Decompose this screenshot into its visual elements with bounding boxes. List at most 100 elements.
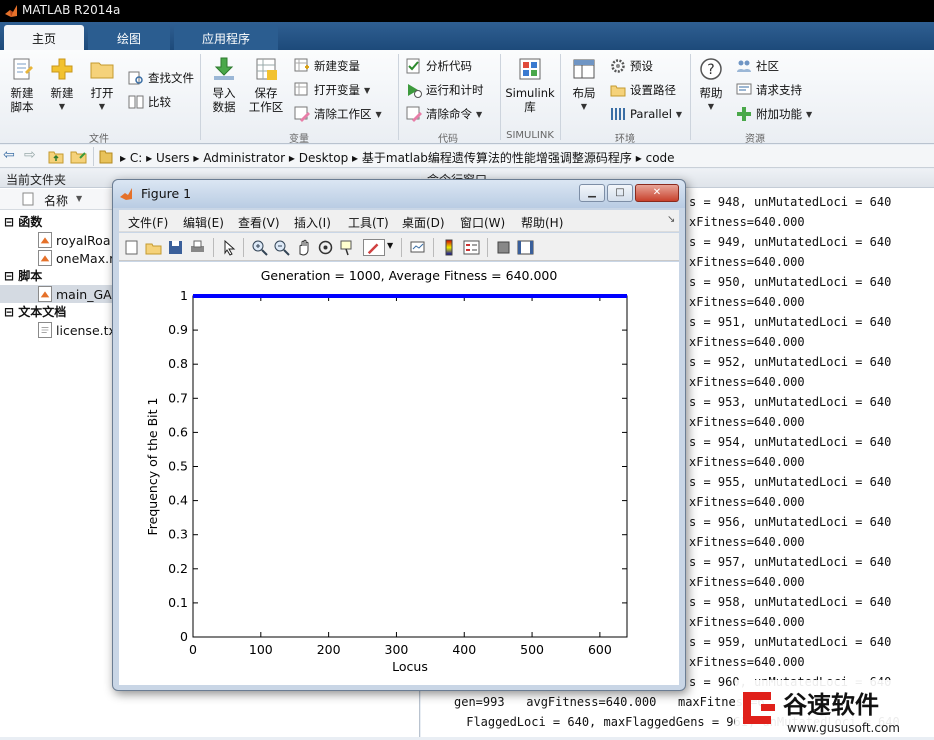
- toolbar-divider: [433, 238, 434, 257]
- parallel-button[interactable]: Parallel ▼: [610, 104, 682, 124]
- breadcrumb-item[interactable]: C:: [130, 151, 142, 165]
- brush-icon[interactable]: [363, 239, 385, 256]
- pan-icon[interactable]: [295, 239, 312, 256]
- figure-window[interactable]: Figure 1 ▁ □ ✕ 文件(F) 编辑(E) 查看(V) 插入(I) 工…: [112, 179, 686, 691]
- list-item[interactable]: oneMax.r: [38, 249, 114, 267]
- import-data-button[interactable]: 导入 数据: [206, 56, 242, 114]
- breadcrumb-item[interactable]: code: [646, 151, 675, 165]
- legend-icon[interactable]: [463, 239, 480, 256]
- dock-arrow-icon[interactable]: ↘: [667, 214, 675, 225]
- layout-label: 布局: [572, 86, 596, 100]
- y-tick-label: 0.2: [168, 561, 188, 576]
- clear-workspace-button[interactable]: 清除工作区 ▼: [294, 104, 382, 124]
- forward-arrow-icon[interactable]: ⇨: [24, 147, 36, 163]
- maximize-button[interactable]: □: [607, 184, 633, 202]
- link-icon[interactable]: [409, 239, 426, 256]
- breadcrumb-item[interactable]: Users: [156, 151, 190, 165]
- menu-desktop[interactable]: 桌面(D): [402, 214, 445, 231]
- chevron-down-icon: ▼: [580, 102, 588, 111]
- chart[interactable]: Generation = 1000, Average Fitness = 640…: [119, 262, 679, 685]
- divider: [93, 147, 94, 166]
- run-and-time-icon: [408, 84, 422, 98]
- menu-help[interactable]: 帮助(H): [521, 214, 563, 231]
- compare-button[interactable]: 比较: [128, 92, 171, 112]
- browse-folder-icon[interactable]: [70, 149, 88, 164]
- variable-group-label: 变量: [289, 134, 309, 145]
- chevron-down-icon: ▼: [806, 109, 813, 119]
- new-figure-icon[interactable]: [123, 239, 140, 256]
- colorbar-icon[interactable]: [441, 239, 458, 256]
- collapse-icon[interactable]: ⊟: [4, 215, 14, 229]
- save-workspace-button[interactable]: 保存 工作区: [246, 56, 286, 114]
- sort-down-icon[interactable]: ▼: [76, 194, 82, 203]
- chevron-down-icon[interactable]: ▼: [387, 241, 393, 250]
- add-ons-button[interactable]: 附加功能 ▼: [736, 104, 812, 124]
- menu-insert[interactable]: 插入(I): [294, 214, 331, 231]
- simulink-library-button[interactable]: Simulink 库: [504, 56, 556, 114]
- menu-edit[interactable]: 编辑(E): [183, 214, 224, 231]
- open-variable-button[interactable]: 打开变量 ▼: [294, 80, 370, 100]
- svg-text:?: ?: [707, 62, 714, 78]
- list-item[interactable]: license.txt: [38, 321, 121, 339]
- rotate-icon[interactable]: [317, 239, 334, 256]
- menu-tools[interactable]: 工具(T): [348, 214, 389, 231]
- data-cursor-icon[interactable]: [339, 239, 356, 256]
- list-item[interactable]: royalRoa: [38, 231, 110, 249]
- breadcrumb-item[interactable]: Desktop: [299, 151, 349, 165]
- back-arrow-icon[interactable]: ⇦: [3, 147, 15, 163]
- y-tick-label: 0: [180, 629, 188, 644]
- file-name: oneMax.r: [56, 250, 115, 266]
- preferences-button[interactable]: 预设: [610, 56, 653, 76]
- zoom-in-icon[interactable]: [251, 239, 268, 256]
- open-button[interactable]: 打开 ▼: [84, 56, 120, 114]
- pointer-icon[interactable]: [221, 239, 238, 256]
- minimize-button[interactable]: ▁: [579, 184, 605, 202]
- close-button[interactable]: ✕: [635, 184, 679, 202]
- request-support-button[interactable]: 请求支持: [736, 80, 802, 100]
- y-tick-label: 0.9: [168, 322, 188, 337]
- open-file-icon[interactable]: [145, 239, 162, 256]
- y-axis-label: Frequency of the Bit 1: [145, 398, 160, 536]
- new-script-button[interactable]: 新建 脚本: [4, 56, 40, 114]
- breadcrumb-item[interactable]: 基于matlab编程遗传算法的性能增强调整源码程序: [362, 151, 632, 165]
- menu-file[interactable]: 文件(F): [128, 214, 168, 231]
- zoom-out-icon[interactable]: [273, 239, 290, 256]
- tab-plots[interactable]: 绘图: [88, 25, 170, 50]
- show-plot-tools-icon[interactable]: [517, 239, 534, 256]
- run-and-time-button[interactable]: 运行和计时: [406, 80, 484, 100]
- new-variable-button[interactable]: 新建变量: [294, 56, 360, 76]
- request-support-icon: [736, 83, 752, 95]
- analyze-code-button[interactable]: 分析代码: [406, 56, 472, 76]
- file-group-label: 文件: [89, 134, 109, 145]
- command-output-line: s = 948, unMutatedLoci = 640: [689, 195, 892, 209]
- set-path-button[interactable]: 设置路径: [610, 80, 676, 100]
- column-name-header[interactable]: 名称: [44, 192, 68, 209]
- tab-apps[interactable]: 应用程序: [174, 25, 278, 50]
- menu-view[interactable]: 查看(V): [238, 214, 280, 231]
- community-button[interactable]: 社区: [736, 56, 779, 76]
- save-icon[interactable]: [167, 239, 184, 256]
- collapse-icon[interactable]: ⊟: [4, 269, 14, 283]
- y-tick-label: 0.6: [168, 424, 188, 439]
- collapse-icon[interactable]: ⊟: [4, 305, 14, 319]
- figure-title-bar[interactable]: Figure 1 ▁ □ ✕: [113, 180, 685, 208]
- set-path-icon: [610, 85, 626, 97]
- find-files-button[interactable]: 查找文件: [128, 68, 194, 88]
- breadcrumb-item[interactable]: Administrator: [203, 151, 285, 165]
- hide-plot-tools-icon[interactable]: [495, 239, 512, 256]
- x-axis-label: Locus: [392, 659, 428, 674]
- group-divider: [500, 54, 501, 140]
- new-button[interactable]: 新建 ▼: [44, 56, 80, 114]
- up-folder-icon[interactable]: [48, 149, 64, 164]
- tab-home[interactable]: 主页: [4, 25, 84, 50]
- help-button[interactable]: ? 帮助 ▼: [694, 56, 728, 114]
- figure-canvas[interactable]: Generation = 1000, Average Fitness = 640…: [119, 262, 679, 685]
- list-item[interactable]: main_GA.: [38, 285, 115, 303]
- chevron-down-icon: ▼: [98, 102, 106, 111]
- layout-button[interactable]: 布局 ▼: [566, 56, 602, 114]
- print-icon[interactable]: [189, 239, 206, 256]
- clear-commands-button[interactable]: 清除命令 ▼: [406, 104, 482, 124]
- breadcrumb-separator: ▸: [146, 151, 156, 165]
- menu-window[interactable]: 窗口(W): [460, 214, 505, 231]
- command-output-line: xFitness=640.000: [689, 455, 805, 469]
